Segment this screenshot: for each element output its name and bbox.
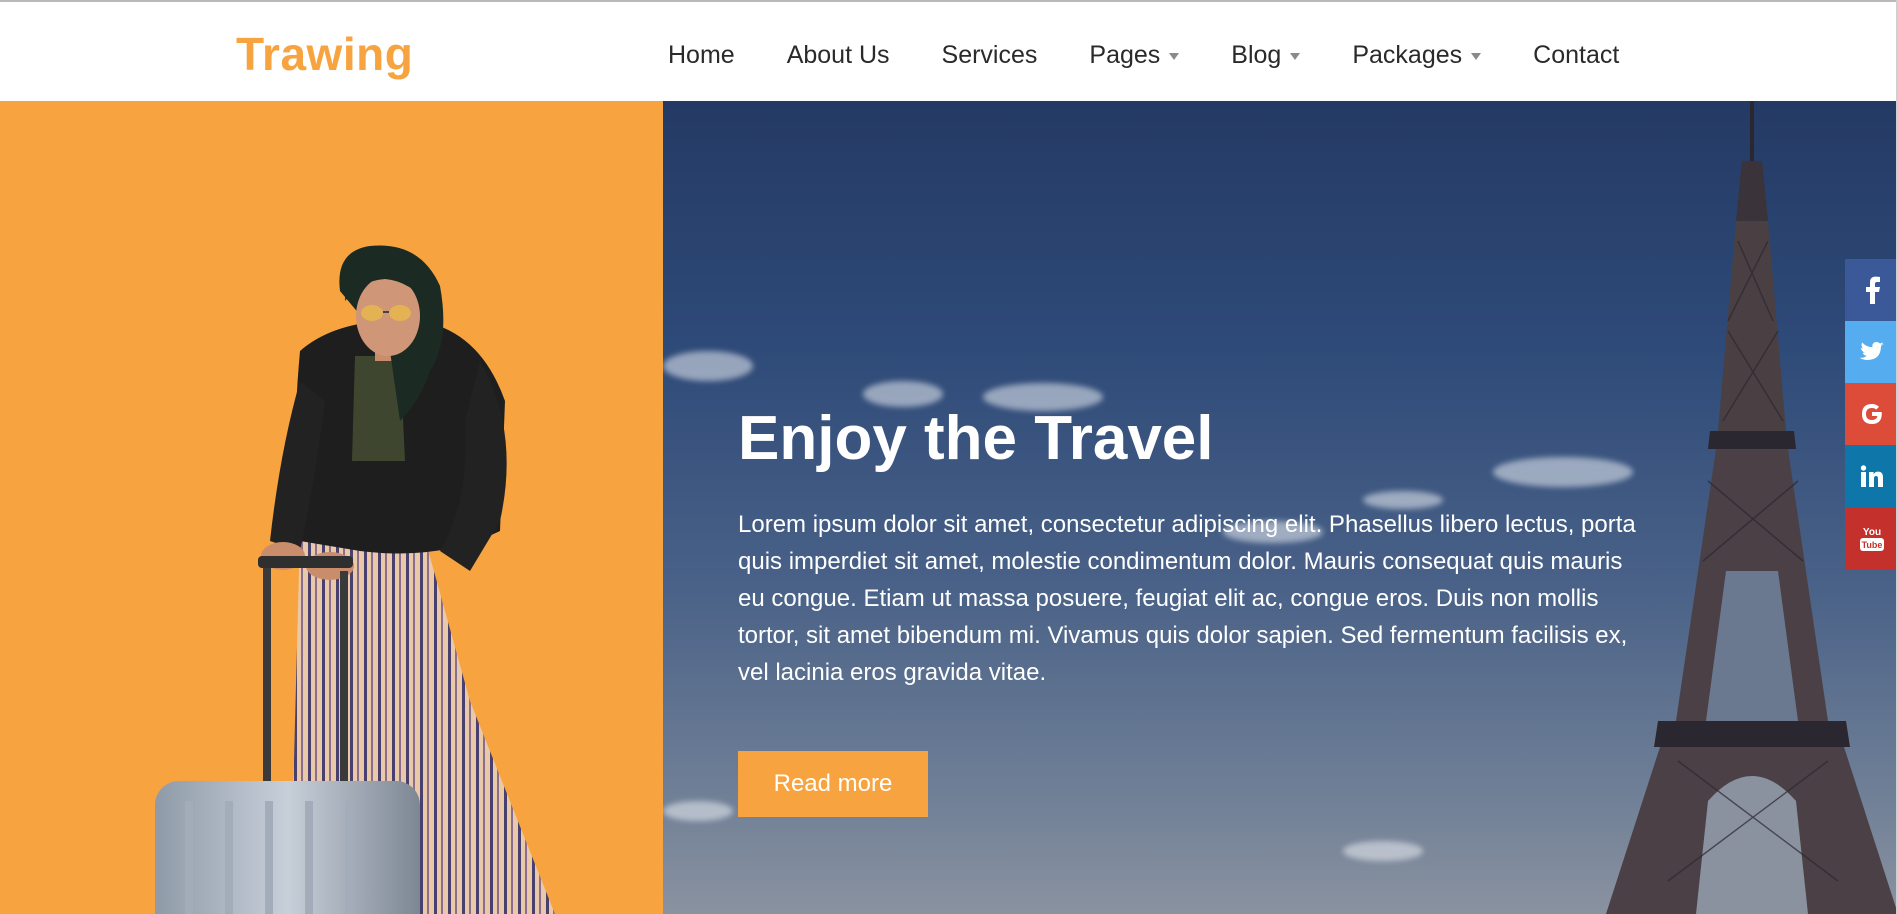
svg-text:You: You bbox=[1862, 527, 1880, 538]
nav-item-label: Contact bbox=[1533, 41, 1620, 69]
site-header: Trawing Home About Us Services Pages Blo… bbox=[0, 2, 1898, 101]
nav-item-blog[interactable]: Blog bbox=[1231, 38, 1301, 72]
nav-item-label: Services bbox=[941, 41, 1038, 69]
nav-item-about-us[interactable]: About Us bbox=[787, 38, 890, 72]
nav-item-contact[interactable]: Contact bbox=[1533, 38, 1619, 72]
caret-down-icon bbox=[1471, 52, 1482, 60]
hero-left-panel bbox=[0, 101, 663, 914]
twitter-icon bbox=[1859, 342, 1884, 360]
caret-down-icon bbox=[1290, 52, 1301, 60]
hero-description: Lorem ipsum dolor sit amet, consectetur … bbox=[738, 511, 1636, 686]
site-logo[interactable]: Trawing bbox=[236, 28, 413, 80]
nav-item-services[interactable]: Services bbox=[942, 38, 1038, 72]
nav-item-label: Blog bbox=[1231, 41, 1282, 69]
svg-text:Tube: Tube bbox=[1861, 540, 1882, 550]
google-plus-icon bbox=[1861, 404, 1882, 424]
nav-item-home[interactable]: Home bbox=[668, 38, 735, 72]
nav-item-label: Home bbox=[668, 41, 735, 69]
traveler-illustration bbox=[155, 245, 555, 914]
read-more-button[interactable]: Read more bbox=[738, 751, 928, 817]
nav-item-label: Packages bbox=[1352, 41, 1463, 69]
main-nav: Home About Us Services Pages Blog Packag… bbox=[668, 38, 1619, 72]
hero-banner: Enjoy the Travel Lorem ipsum dolor sit a… bbox=[663, 101, 1898, 914]
cloud bbox=[663, 351, 753, 381]
social-google-plus-button[interactable] bbox=[1845, 383, 1898, 445]
cloud bbox=[1343, 841, 1423, 861]
nav-item-packages[interactable]: Packages bbox=[1352, 38, 1482, 72]
facebook-icon bbox=[1865, 276, 1880, 304]
social-linkedin-button[interactable] bbox=[1845, 445, 1898, 507]
nav-item-pages[interactable]: Pages bbox=[1089, 38, 1180, 72]
nav-item-label: Pages bbox=[1089, 41, 1161, 69]
youtube-icon: You Tube bbox=[1859, 527, 1884, 551]
caret-down-icon bbox=[1169, 52, 1180, 60]
social-sidebar: You Tube bbox=[1845, 259, 1898, 569]
nav-item-label: About Us bbox=[786, 41, 890, 69]
linkedin-icon bbox=[1860, 465, 1883, 487]
social-youtube-button[interactable]: You Tube bbox=[1845, 507, 1898, 569]
social-facebook-button[interactable] bbox=[1845, 259, 1898, 321]
cloud bbox=[663, 801, 733, 821]
hero-title: Enjoy the Travel bbox=[738, 404, 1214, 473]
social-twitter-button[interactable] bbox=[1845, 321, 1898, 383]
